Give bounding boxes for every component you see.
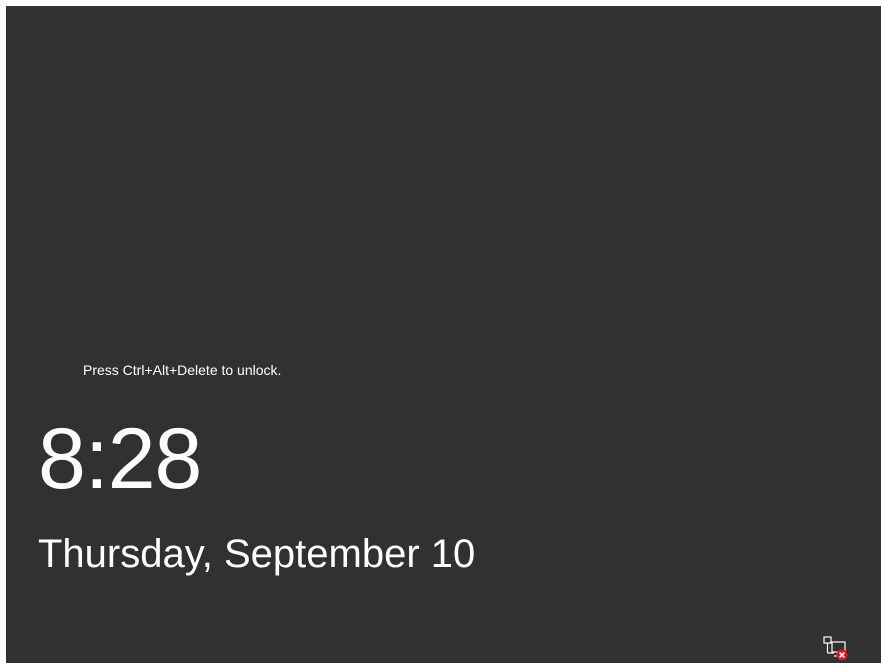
unlock-hint: Press Ctrl+Alt+Delete to unlock.	[83, 362, 282, 378]
clock-time: 8:28	[38, 411, 202, 507]
network-disconnected-icon	[823, 636, 848, 661]
clock-date: Thursday, September 10	[38, 532, 476, 576]
lock-screen[interactable]: Press Ctrl+Alt+Delete to unlock. 8:28 Th…	[6, 6, 881, 663]
network-status-button[interactable]	[821, 634, 851, 662]
